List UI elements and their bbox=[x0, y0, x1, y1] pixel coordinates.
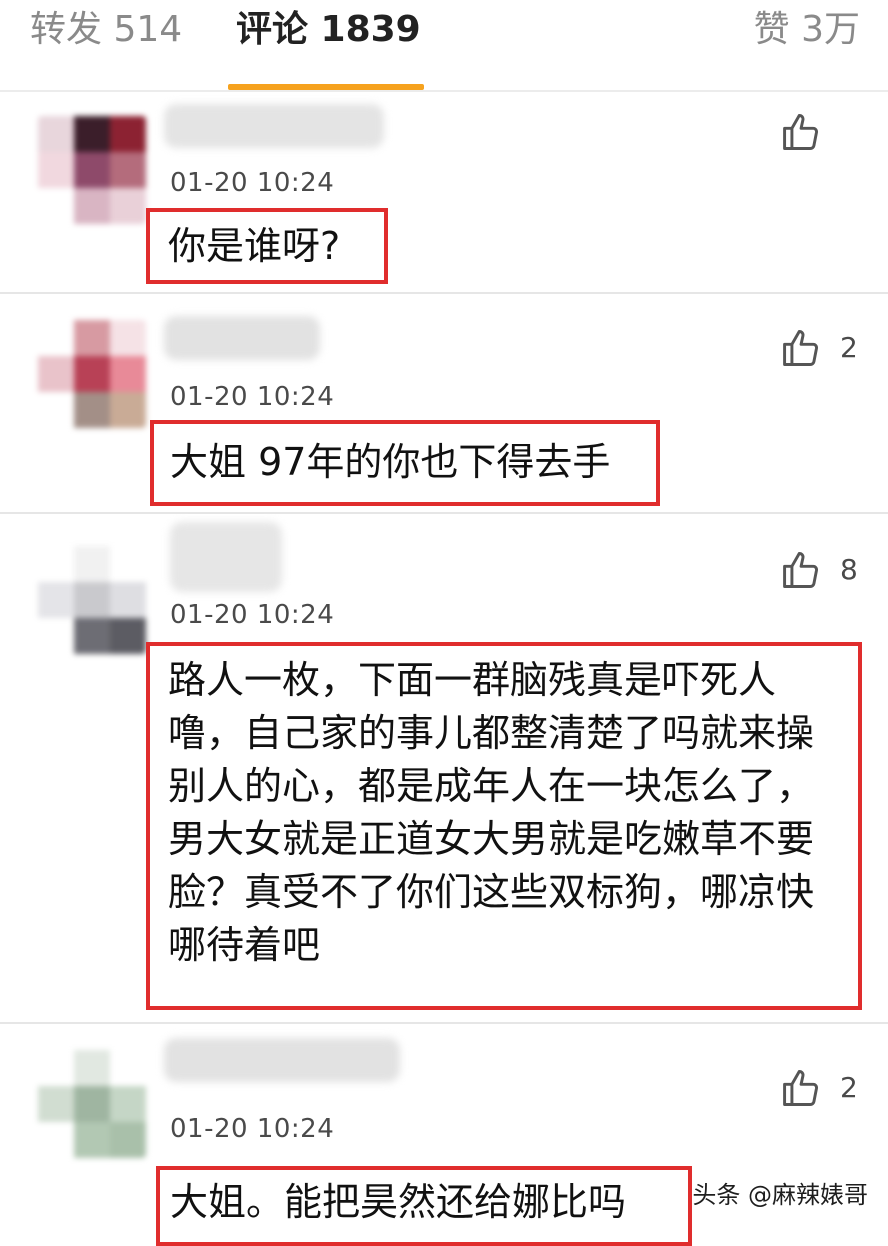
comment-text: 大姐 97年的你也下得去手 bbox=[170, 440, 611, 484]
avatar[interactable] bbox=[38, 116, 146, 224]
username[interactable] bbox=[164, 104, 384, 148]
like-button[interactable]: 2 bbox=[780, 1066, 858, 1110]
avatar[interactable] bbox=[38, 546, 146, 654]
like-count: 2 bbox=[840, 1071, 858, 1104]
comment-time: 01-20 10:24 bbox=[170, 382, 335, 412]
tab-repost[interactable]: 转发 514 bbox=[30, 8, 182, 52]
thumbs-up-icon bbox=[783, 114, 819, 150]
comment-time: 01-20 10:24 bbox=[170, 1114, 335, 1144]
username[interactable] bbox=[164, 316, 320, 360]
avatar[interactable] bbox=[38, 1050, 146, 1158]
like-count: 8 bbox=[840, 553, 858, 586]
username[interactable] bbox=[164, 1038, 400, 1082]
comment-item: 01-20 10:24 你是谁呀? bbox=[0, 92, 888, 292]
like-count: 2 bbox=[840, 331, 858, 364]
comment-time: 01-20 10:24 bbox=[170, 168, 335, 198]
tab-bar: 转发 514 评论 1839 赞 3万 bbox=[0, 0, 888, 90]
comment-text: 大姐。能把昊然还给娜比吗 bbox=[170, 1180, 627, 1224]
like-button[interactable]: 2 bbox=[780, 326, 858, 370]
thumbs-up-icon bbox=[783, 552, 819, 588]
comment-text: 路人一枚，下面一群脑残真是吓死人噜，自己家的事儿都整清楚了吗就来操别人的心，都是… bbox=[168, 658, 815, 967]
like-button[interactable] bbox=[780, 110, 858, 154]
watermark: 头条 @麻辣婊哥 bbox=[692, 1181, 868, 1209]
like-button[interactable]: 8 bbox=[780, 548, 858, 592]
comment-item: 01-20 10:24 2 大姐 97年的你也下得去手 bbox=[0, 294, 888, 512]
thumbs-up-icon bbox=[783, 330, 819, 366]
comment-text: 你是谁呀? bbox=[168, 224, 341, 268]
thumbs-up-icon bbox=[783, 1070, 819, 1106]
tab-like[interactable]: 赞 3万 bbox=[754, 8, 860, 52]
username[interactable] bbox=[170, 522, 282, 592]
avatar[interactable] bbox=[38, 320, 146, 428]
comment-time: 01-20 10:24 bbox=[170, 600, 335, 630]
comment-item: 01-20 10:24 8 路人一枚，下面一群脑残真是吓死人噜，自己家的事儿都整… bbox=[0, 514, 888, 1022]
tab-comment[interactable]: 评论 1839 bbox=[236, 8, 421, 52]
